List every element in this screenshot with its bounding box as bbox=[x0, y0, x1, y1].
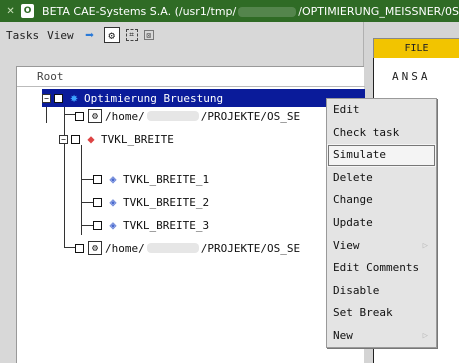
tree-connector bbox=[81, 145, 82, 235]
menu-item-label: Edit Comments bbox=[333, 261, 420, 275]
tree-connector bbox=[81, 179, 93, 180]
submenu-arrow-icon: ▷ bbox=[422, 330, 428, 341]
path-suffix: /PROJEKTE/OS_SE bbox=[200, 109, 301, 123]
tree-connector bbox=[46, 105, 47, 123]
context-menu: Edit Check task Simulate Delete Change U… bbox=[326, 98, 437, 348]
tree-root-label: Root bbox=[17, 67, 365, 87]
file-button[interactable]: FILE bbox=[373, 38, 459, 58]
menu-item-label: Disable bbox=[333, 283, 380, 297]
optimization-icon: ✸ bbox=[70, 90, 78, 106]
file-gear-icon: ⚙ bbox=[88, 241, 102, 255]
path-prefix: /home/ bbox=[105, 241, 145, 255]
menu-item-label: Change bbox=[333, 193, 373, 207]
menu-item-change[interactable]: Change bbox=[327, 189, 436, 212]
row-checkbox[interactable] bbox=[93, 220, 102, 230]
row-checkbox[interactable] bbox=[93, 174, 102, 184]
row-checkbox[interactable] bbox=[93, 197, 102, 207]
task-manager-pane: Tasks View ➡ ⚙ ⌗ ⊠ Root − ✸ Optimierung … bbox=[0, 22, 365, 363]
redacted-path bbox=[146, 243, 199, 253]
menu-item-set-break[interactable]: Set Break bbox=[327, 302, 436, 325]
path-suffix: /PROJEKTE/OS_SE bbox=[200, 241, 301, 255]
menu-item-label: View bbox=[333, 238, 360, 252]
tree-row-tvkl-breite-1[interactable]: ◈ TVKL_BREITE_1 bbox=[93, 170, 343, 188]
row-checkbox[interactable] bbox=[75, 111, 84, 121]
menu-item-check-task[interactable]: Check task bbox=[327, 122, 436, 145]
tree-row-label: TVKL_BREITE bbox=[101, 132, 174, 146]
window-title-prefix: BETA CAE-Systems S.A. (/usr1/tmp/ bbox=[42, 4, 237, 18]
row-checkbox[interactable] bbox=[71, 134, 80, 144]
fit-frame-icon[interactable]: ⌗ bbox=[125, 29, 138, 41]
tree-row-label: TVKL_BREITE_3 bbox=[123, 218, 210, 232]
window-menu-icon[interactable]: O bbox=[21, 4, 35, 18]
tree-row-label: TVKL_BREITE_2 bbox=[123, 195, 210, 209]
menu-item-label: Check task bbox=[333, 125, 400, 139]
file-gear-icon: ⚙ bbox=[88, 109, 102, 123]
tree-row-home-path[interactable]: ⚙ /home/ /PROJEKTE/OS_SE bbox=[75, 107, 365, 125]
menu-item-disable[interactable]: Disable bbox=[327, 280, 436, 303]
tree-row-label: Optimierung Bruestung bbox=[84, 91, 224, 105]
menu-item-new[interactable]: New ▷ bbox=[327, 325, 436, 348]
window-title-suffix: /OPTIMIERUNG_MEISSNER/0S bbox=[298, 4, 459, 18]
menu-item-label: Delete bbox=[333, 170, 373, 184]
menu-item-label: Edit bbox=[333, 103, 360, 116]
menu-view[interactable]: View bbox=[47, 29, 74, 42]
tree-connector bbox=[81, 225, 93, 226]
collapse-toggle[interactable]: − bbox=[42, 93, 51, 103]
menu-tasks[interactable]: Tasks bbox=[6, 29, 39, 42]
menu-item-label: New bbox=[333, 328, 353, 342]
row-checkbox[interactable] bbox=[54, 93, 63, 103]
menu-item-label: Update bbox=[333, 215, 373, 229]
menu-item-label: Set Break bbox=[333, 306, 393, 320]
menu-item-view[interactable]: View ▷ bbox=[327, 235, 436, 258]
tree-connector bbox=[64, 105, 65, 247]
window-titlebar[interactable]: ✕ O BETA CAE-Systems S.A. (/usr1/tmp/ /OP… bbox=[0, 0, 459, 22]
tvkl-icon: ◆ bbox=[87, 132, 95, 146]
redacted-path bbox=[146, 111, 199, 121]
task-menubar: Tasks View ➡ ⚙ ⌗ ⊠ bbox=[0, 22, 363, 48]
tree-row-tvkl-breite-3[interactable]: ◈ TVKL_BREITE_3 bbox=[93, 216, 343, 234]
tvkl-variant-icon: ◈ bbox=[109, 172, 117, 186]
submenu-arrow-icon: ▷ bbox=[422, 240, 428, 251]
tree-row-label: TVKL_BREITE_1 bbox=[123, 172, 210, 186]
run-arrow-icon[interactable]: ➡ bbox=[82, 26, 98, 44]
tree-row-tvkl-breite-2[interactable]: ◈ TVKL_BREITE_2 bbox=[93, 193, 343, 211]
menu-item-update[interactable]: Update bbox=[327, 212, 436, 235]
close-box-icon[interactable]: ⊠ bbox=[143, 30, 154, 40]
menu-item-edit-comments[interactable]: Edit Comments bbox=[327, 257, 436, 280]
settings-gear-icon[interactable]: ⚙ bbox=[103, 27, 120, 43]
task-tree: Root − ✸ Optimierung Bruestung ⚙ /home/ /… bbox=[16, 66, 365, 363]
tree-row-home-path-2[interactable]: ⚙ /home/ /PROJEKTE/OS_SE bbox=[75, 239, 365, 257]
menu-item-edit[interactable]: Edit bbox=[327, 99, 436, 122]
row-checkbox[interactable] bbox=[75, 243, 84, 253]
redacted-path bbox=[238, 6, 297, 17]
menu-item-label: Simulate bbox=[333, 148, 386, 162]
path-prefix: /home/ bbox=[105, 109, 145, 123]
tree-row-optimierung[interactable]: − ✸ Optimierung Bruestung bbox=[42, 89, 365, 107]
close-icon[interactable]: ✕ bbox=[4, 4, 17, 18]
ansa-label: ANSA bbox=[392, 70, 431, 83]
menu-item-delete[interactable]: Delete bbox=[327, 167, 436, 190]
window-title: BETA CAE-Systems S.A. (/usr1/tmp/ /OPTIMI… bbox=[42, 5, 459, 18]
collapse-toggle[interactable]: − bbox=[59, 134, 68, 144]
tree-row-tvkl-breite[interactable]: − ◆ TVKL_BREITE bbox=[59, 130, 349, 148]
tvkl-variant-icon: ◈ bbox=[109, 195, 117, 209]
tvkl-variant-icon: ◈ bbox=[109, 218, 117, 232]
tree-connector bbox=[81, 202, 93, 203]
menu-item-simulate[interactable]: Simulate bbox=[327, 144, 436, 167]
